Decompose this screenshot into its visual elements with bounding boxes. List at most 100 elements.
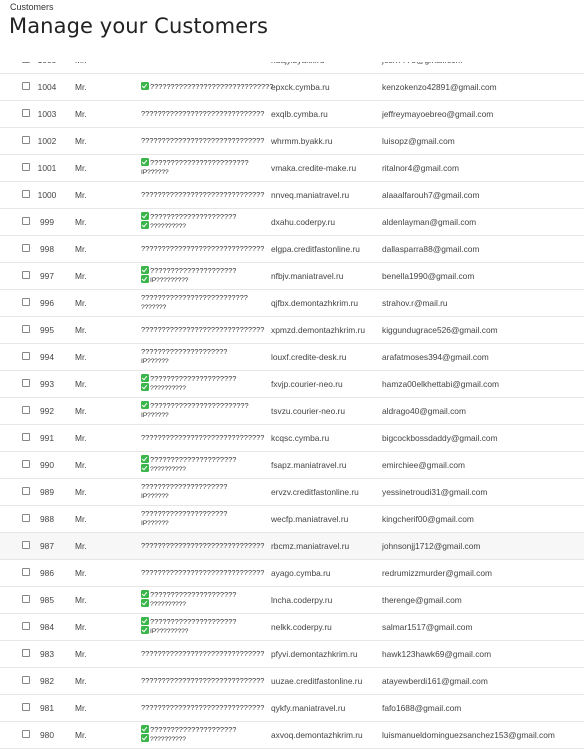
customer-domain[interactable]: nfbjv.maniatravel.ru [271, 271, 343, 281]
row-select-checkbox[interactable] [22, 514, 30, 522]
row-select-checkbox[interactable] [22, 676, 30, 684]
customer-email[interactable]: kenzokenzo42891@gmail.com [382, 82, 497, 92]
table-row[interactable]: 986 Mr.?????????????????????????????? ayag… [0, 560, 584, 587]
customer-email[interactable]: kingcherif00@gmail.com [382, 514, 474, 524]
customer-domain[interactable]: axvoq.demontazhkrim.ru [271, 730, 363, 740]
row-select-checkbox[interactable] [22, 730, 30, 738]
table-row[interactable]: 997 Mr.????????????????????? IP????????? nf… [0, 263, 584, 290]
row-select-checkbox[interactable] [22, 163, 30, 171]
table-row[interactable]: 999 Mr.??????????????????????????????? dxa… [0, 209, 584, 236]
customer-domain[interactable]: elgpa.creditfastonline.ru [271, 244, 360, 254]
row-select-checkbox[interactable] [22, 325, 30, 333]
customer-email[interactable]: redrumizzmurder@gmail.com [382, 568, 492, 578]
customer-domain[interactable]: fsapz.maniatravel.ru [271, 460, 346, 470]
customer-email[interactable]: luismanueldominguezsanchez153@gmail.com [382, 730, 555, 740]
customer-domain[interactable]: exqlb.cymba.ru [271, 109, 328, 119]
table-row[interactable]: 989 Mr.????????????????????? IP?????? ervzv… [0, 479, 584, 506]
row-select-checkbox[interactable] [22, 703, 30, 711]
table-row[interactable]: 987 Mr.?????????????????????????????? rbcm… [0, 533, 584, 560]
customer-email[interactable]: aldrago40@gmail.com [382, 406, 466, 416]
table-row[interactable]: 980 Mr.??????????????????????????????? axv… [0, 722, 584, 749]
customer-email[interactable]: fafo1688@gmail.com [382, 703, 461, 713]
customer-email[interactable]: hamza00elkhettabi@gmail.com [382, 379, 499, 389]
customer-domain[interactable]: ayago.cymba.ru [271, 568, 331, 578]
row-select-checkbox[interactable] [22, 568, 30, 576]
customer-email[interactable]: atayewberdi161@gmail.com [382, 676, 488, 686]
customer-email[interactable]: jeffreymayoebreo@gmail.com [382, 109, 493, 119]
customer-domain[interactable]: nnveq.maniatravel.ru [271, 190, 349, 200]
customer-email[interactable]: aldenlayman@gmail.com [382, 217, 476, 227]
table-row[interactable]: 981 Mr.?????????????????????????????? qykf… [0, 695, 584, 722]
row-select-checkbox[interactable] [22, 109, 30, 117]
customer-domain[interactable]: fxvjp.courier-neo.ru [271, 379, 343, 389]
customer-domain[interactable]: qjfbx.demontazhkrim.ru [271, 298, 358, 308]
table-row[interactable]: 990 Mr.??????????????????????????????? fsa… [0, 452, 584, 479]
customer-email[interactable]: bigcockbossdaddy@gmail.com [382, 433, 498, 443]
row-select-checkbox[interactable] [22, 217, 30, 225]
customer-domain[interactable]: uuzae.creditfastonline.ru [271, 676, 362, 686]
customer-domain[interactable]: epxck.cymba.ru [271, 82, 330, 92]
customer-domain[interactable]: kcqsc.cymba.ru [271, 433, 329, 443]
customer-domain[interactable]: xpmzd.demontazhkrim.ru [271, 325, 365, 335]
table-row[interactable]: 994 Mr.????????????????????? IP?????? louxf… [0, 344, 584, 371]
table-row[interactable]: 984 Mr.????????????????????? IP????????? ne… [0, 614, 584, 641]
table-row[interactable]: 1000 Mr.?????????????????????????????? nnv… [0, 182, 584, 209]
table-row[interactable]: 982 Mr.?????????????????????????????? uuza… [0, 668, 584, 695]
customer-email[interactable]: johnsonjj1712@gmail.com [382, 541, 480, 551]
customer-email[interactable]: ritalnor4@gmail.com [382, 163, 459, 173]
customer-email[interactable]: hawk123hawk69@gmail.com [382, 649, 491, 659]
breadcrumb[interactable]: Customers [10, 2, 54, 12]
table-row[interactable]: 1004 Mr.?????????????????????????????? epx… [0, 74, 584, 101]
table-row[interactable]: 1003 Mr.?????????????????????????????? exq… [0, 101, 584, 128]
row-select-checkbox[interactable] [22, 406, 30, 414]
table-row[interactable]: 998 Mr.?????????????????????????????? elgp… [0, 236, 584, 263]
customer-email[interactable]: emirchiee@gmail.com [382, 460, 465, 470]
customer-email[interactable]: benella1990@gmail.com [382, 271, 474, 281]
row-select-checkbox[interactable] [22, 82, 30, 90]
customer-email[interactable]: therenge@gmail.com [382, 595, 462, 605]
row-select-checkbox[interactable] [22, 379, 30, 387]
customer-email[interactable]: arafatmoses394@gmail.com [382, 352, 489, 362]
table-row[interactable]: 985 Mr.??????????????????????????????? lnc… [0, 587, 584, 614]
customer-email[interactable]: yessinetroudi31@gmail.com [382, 487, 487, 497]
customer-domain[interactable]: vmaka.credite-make.ru [271, 163, 356, 173]
row-select-checkbox[interactable] [22, 595, 30, 603]
row-select-checkbox[interactable] [22, 298, 30, 306]
customer-domain[interactable]: tsvzu.courier-neo.ru [271, 406, 345, 416]
row-select-checkbox[interactable] [22, 433, 30, 441]
customer-email[interactable]: luisopz@gmail.com [382, 136, 455, 146]
row-select-checkbox[interactable] [22, 622, 30, 630]
table-row[interactable]: 991 Mr.?????????????????????????????? kcqs… [0, 425, 584, 452]
row-select-checkbox[interactable] [22, 541, 30, 549]
row-select-checkbox[interactable] [22, 271, 30, 279]
row-select-checkbox[interactable] [22, 460, 30, 468]
row-select-checkbox[interactable] [22, 649, 30, 657]
customer-domain[interactable]: qykfy.maniatravel.ru [271, 703, 345, 713]
row-select-checkbox[interactable] [22, 487, 30, 495]
table-row[interactable]: 996 Mr.????????????????????????????????? q… [0, 290, 584, 317]
customer-email[interactable]: strahov.r@mail.ru [382, 298, 448, 308]
customer-email[interactable]: salmar1517@gmail.com [382, 622, 472, 632]
customer-domain[interactable]: whrmm.byakk.ru [271, 136, 332, 146]
customer-domain[interactable]: louxf.credite-desk.ru [271, 352, 346, 362]
row-select-checkbox[interactable] [22, 190, 30, 198]
row-select-checkbox[interactable] [22, 244, 30, 252]
customer-email[interactable]: dallasparra88@gmail.com [382, 244, 479, 254]
row-select-checkbox[interactable] [22, 352, 30, 360]
customer-domain[interactable]: ervzv.creditfastonline.ru [271, 487, 359, 497]
row-select-checkbox[interactable] [22, 136, 30, 144]
table-row[interactable]: 988 Mr.????????????????????? IP?????? wecfp… [0, 506, 584, 533]
customer-email[interactable]: alaaalfarouh7@gmail.com [382, 190, 479, 200]
table-row[interactable]: 992 Mr.???????????????????????? IP?????? ts… [0, 398, 584, 425]
customer-domain[interactable]: wecfp.maniatravel.ru [271, 514, 348, 524]
customer-domain[interactable]: rbcmz.maniatravel.ru [271, 541, 349, 551]
customer-email[interactable]: kiggundugrace526@gmail.com [382, 325, 498, 335]
customer-domain[interactable]: dxahu.coderpy.ru [271, 217, 335, 227]
table-row[interactable]: 993 Mr.??????????????????????????????? fxv… [0, 371, 584, 398]
table-row[interactable]: 983 Mr.?????????????????????????????? pfyv… [0, 641, 584, 668]
table-row[interactable]: 1002 Mr.?????????????????????????????? whr… [0, 128, 584, 155]
customer-domain[interactable]: lncha.coderpy.ru [271, 595, 332, 605]
customer-domain[interactable]: pfyvi.demontazhkrim.ru [271, 649, 358, 659]
table-row[interactable]: 995 Mr.?????????????????????????????? xpmz… [0, 317, 584, 344]
table-row[interactable]: 1001 Mr.???????????????????????? IP?????? v… [0, 155, 584, 182]
